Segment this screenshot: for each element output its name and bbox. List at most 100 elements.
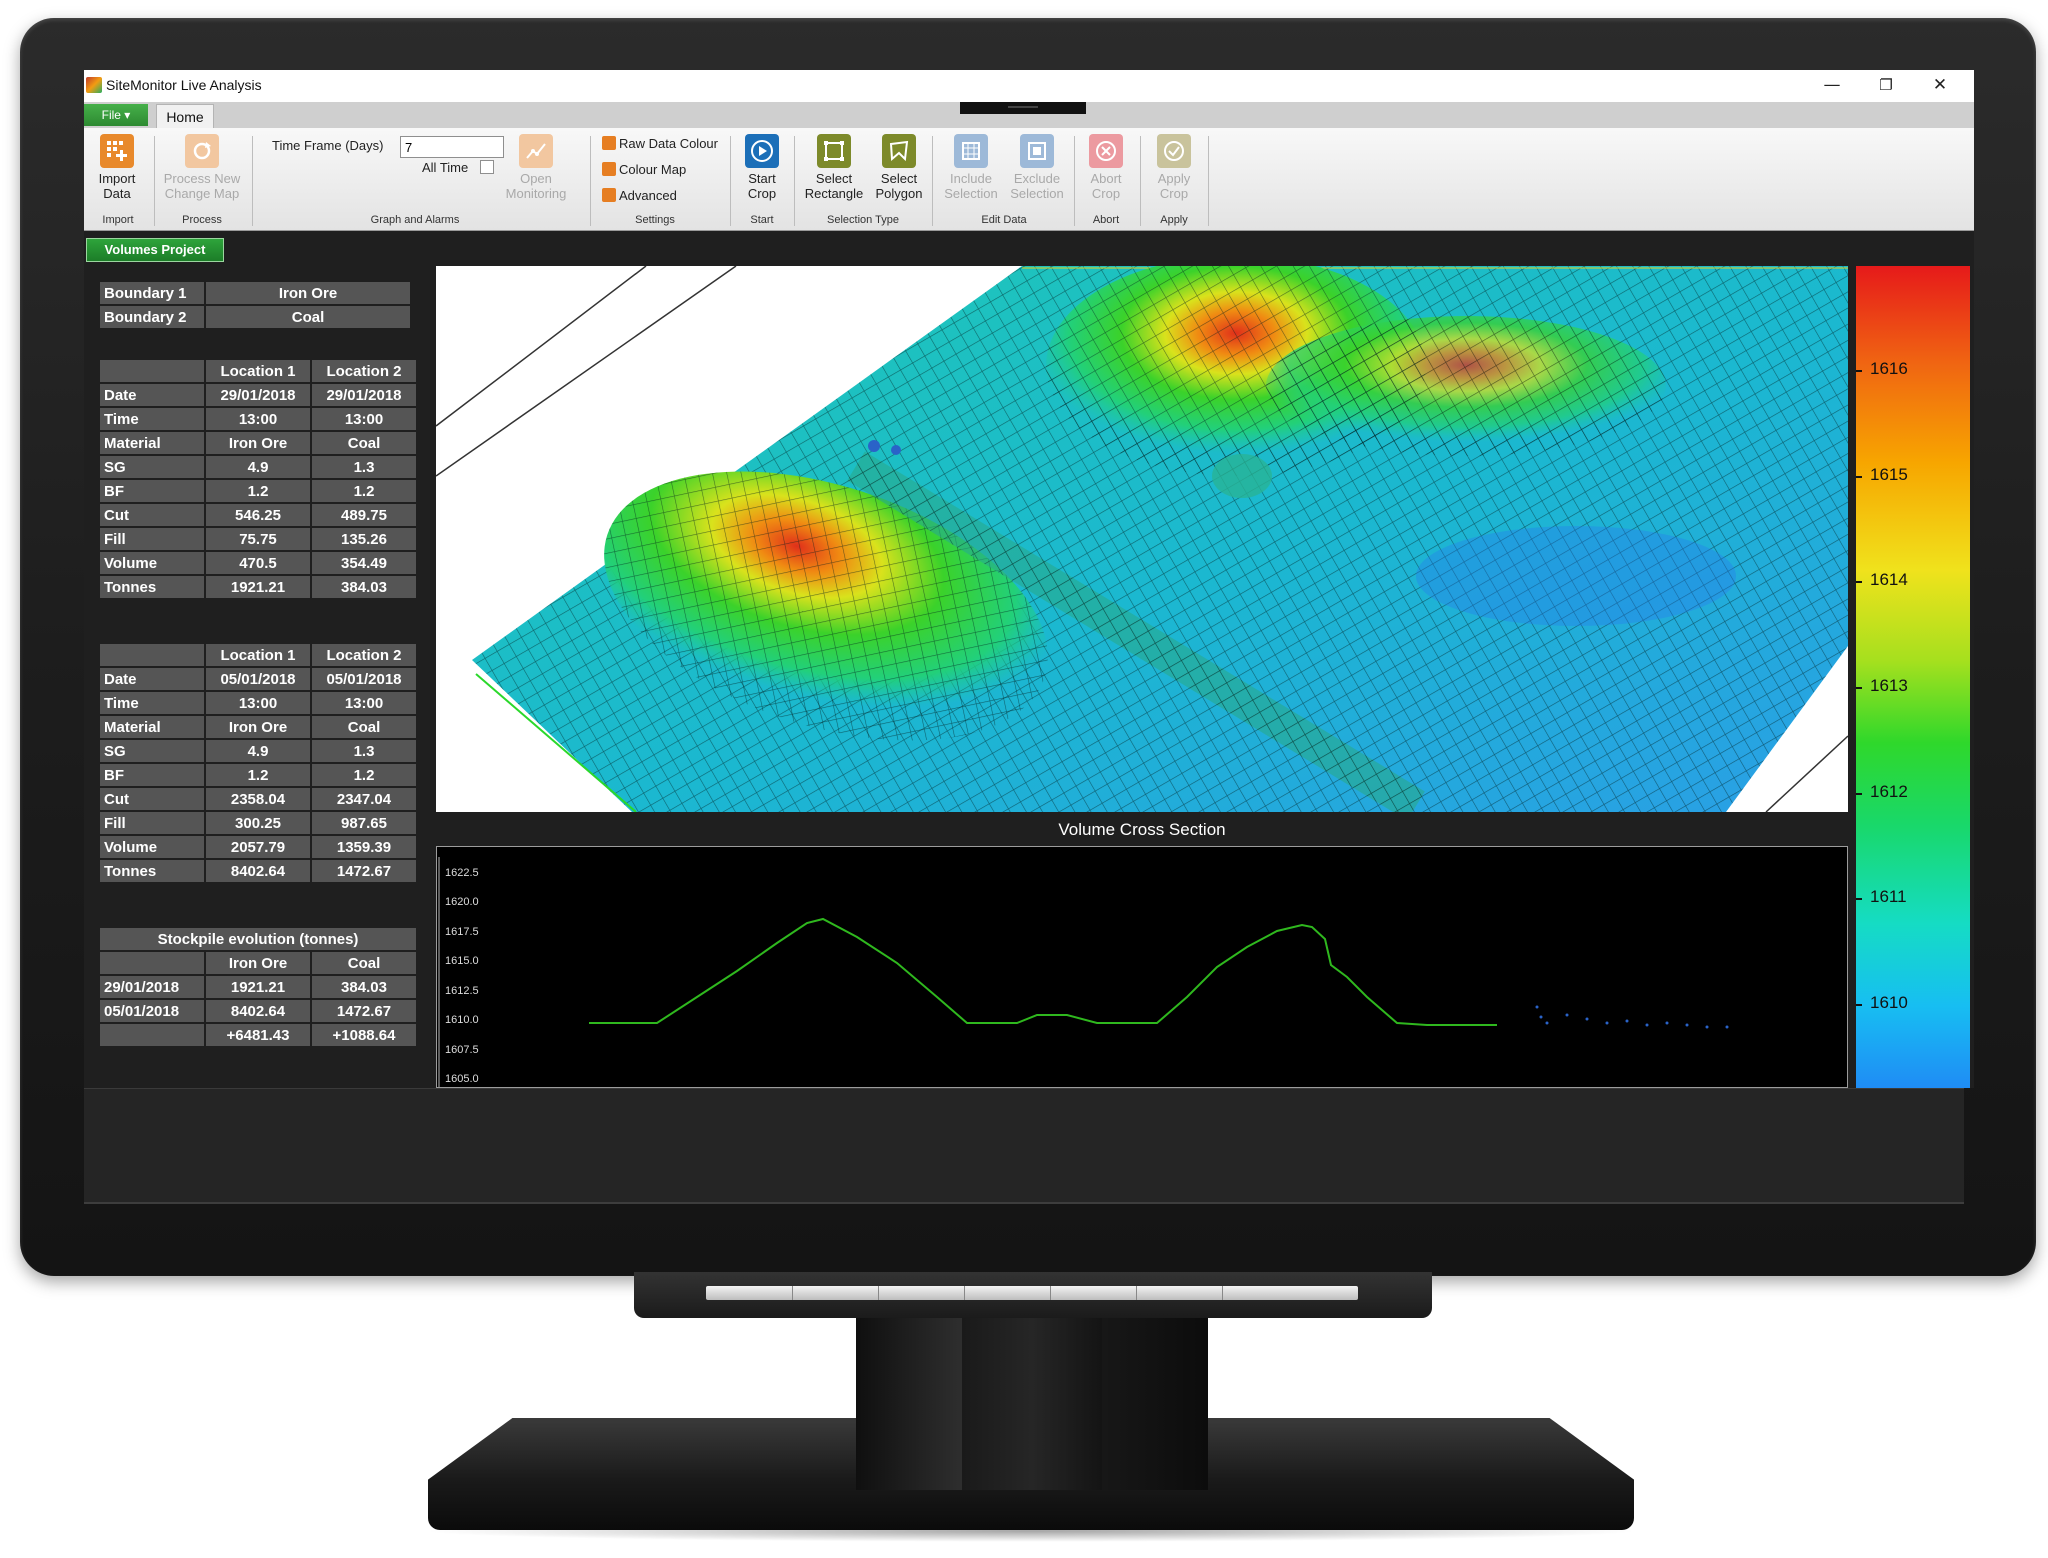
include-label-2: Selection [944,186,998,201]
ribbon-separator [590,136,591,226]
time-frame-input[interactable] [400,136,504,158]
row-label: Date [98,382,206,408]
table-row: Volume 2057.79 1359.39 [98,834,418,860]
cell-value: 13:00 [310,406,418,432]
evolution-title: Stockpile evolution (tonnes) [98,926,418,952]
gear-icon [602,188,616,202]
surface-3d-view[interactable] [436,266,1848,812]
table-row: Cut 546.25 489.75 [98,502,418,528]
legend-tick [1856,476,1862,478]
table-row: BF 1.2 1.2 [98,478,418,504]
table-row: Time 13:00 13:00 [98,406,418,432]
header-empty-cell [98,642,206,668]
raw-data-colour-option[interactable]: Raw Data Colour [602,136,718,151]
cell-value: 987.65 [310,810,418,836]
group-label-start: Start [750,214,774,226]
table-row: Material Iron Ore Coal [98,714,418,740]
row-label: Time [98,406,206,432]
process-label-1: Process New [163,171,241,186]
table-row: Tonnes 8402.64 1472.67 [98,858,418,884]
file-menu-tab[interactable]: File ▾ [84,104,148,126]
import-data-button[interactable]: Import Data [92,134,142,201]
webcam-notch [960,102,1086,114]
select-rectangle-button[interactable]: Select Rectangle [800,134,868,201]
surface-mesh-render [436,266,1848,812]
table-row: Tonnes 1921.21 384.03 [98,574,418,600]
row-label: Tonnes [98,858,206,884]
start-crop-button[interactable]: Start Crop [738,134,786,201]
legend-tick [1856,793,1862,795]
table-row: +6481.43 +1088.64 [98,1022,418,1048]
all-time-checkbox[interactable] [480,160,494,174]
app-window: SiteMonitor Live Analysis — ❐ ✕ File ▾ H… [84,70,1974,1088]
ribbon-separator [1074,136,1075,226]
ribbon-separator [730,136,731,226]
group-label-import: Import [102,214,134,226]
table-row: Fill 75.75 135.26 [98,526,418,552]
row-label: BF [98,478,206,504]
ribbon-separator [154,136,155,226]
cell-value: 05/01/2018 [310,666,418,692]
colour-map-icon [602,162,616,176]
survey-table-1: Location 1 Location 2 Date 29/01/2018 29/01… [98,358,418,600]
import-grid-icon [100,134,134,168]
cell-value: 2358.04 [204,786,312,812]
row-label: Cut [98,786,206,812]
cross-section-profile [438,857,1729,1087]
cell-value: 135.26 [310,526,418,552]
ribbon-separator [794,136,795,226]
table-row: 29/01/2018 1921.21 384.03 [98,974,418,1000]
open-label-1: Open [520,171,552,186]
process-change-map-button[interactable]: Process New Change Map [160,134,244,201]
all-time-label: All Time [422,160,469,175]
group-label-abort: Abort [1092,214,1120,226]
select-polygon-button[interactable]: Select Polygon [872,134,926,201]
table-header-row: Location 1 Location 2 [98,358,418,384]
exclude-selection-button[interactable]: Exclude Selection [1006,134,1068,201]
minimize-button[interactable]: — [1812,74,1852,96]
group-label-settings: Settings [635,214,675,226]
ribbon-toolbar: Import Data Import Process New Change Ma… [84,128,1974,231]
select-poly-label-2: Polygon [875,186,923,201]
cell-value: 1.2 [310,762,418,788]
boundary-material: Iron Ore [204,280,412,306]
table-row: Fill 300.25 987.65 [98,810,418,836]
abort-crop-button[interactable]: Abort Crop [1080,134,1132,201]
legend-tick [1856,581,1862,583]
cell-value: Coal [310,714,418,740]
boundary-name: Boundary 1 [98,280,206,306]
cell-value: 4.9 [204,738,312,764]
header-empty-cell [98,358,206,384]
restore-button[interactable]: ❐ [1866,74,1906,96]
table-row: BF 1.2 1.2 [98,762,418,788]
cell-value: 13:00 [310,690,418,716]
open-monitoring-button[interactable]: Open Monitoring [500,134,572,201]
colour-map-option[interactable]: Colour Map [602,162,686,177]
cell-value: 75.75 [204,526,312,552]
import-label-2: Data [103,186,131,201]
apply-crop-button[interactable]: Apply Crop [1148,134,1200,201]
apply-label-2: Crop [1159,186,1189,201]
exclude-label-1: Exclude [1013,171,1061,186]
group-label-process: Process [182,214,222,226]
cell-value: 1.2 [204,762,312,788]
cross-section-title: Volume Cross Section [1058,820,1226,839]
row-label: BF [98,762,206,788]
cross-section-plot[interactable]: 1622.5 1620.0 1617.5 1615.0 1612.5 1610.… [436,846,1848,1088]
advanced-option[interactable]: Advanced [602,188,677,203]
tab-home[interactable]: Home [156,104,214,129]
cell-value: 1921.21 [204,574,312,600]
close-button[interactable]: ✕ [1920,74,1960,96]
start-label-2: Crop [747,186,777,201]
volumes-project-button[interactable]: Volumes Project [86,238,224,262]
row-label: Date [98,666,206,692]
table-row: Date 05/01/2018 05/01/2018 [98,666,418,692]
row-label: Volume [98,550,206,576]
column-header: Location 2 [310,642,418,668]
cell-value: Iron Ore [204,430,312,456]
cell-value: 546.25 [204,502,312,528]
apply-check-icon [1157,134,1191,168]
legend-tick [1856,898,1862,900]
cell-value: 1359.39 [310,834,418,860]
include-selection-button[interactable]: Include Selection [940,134,1002,201]
